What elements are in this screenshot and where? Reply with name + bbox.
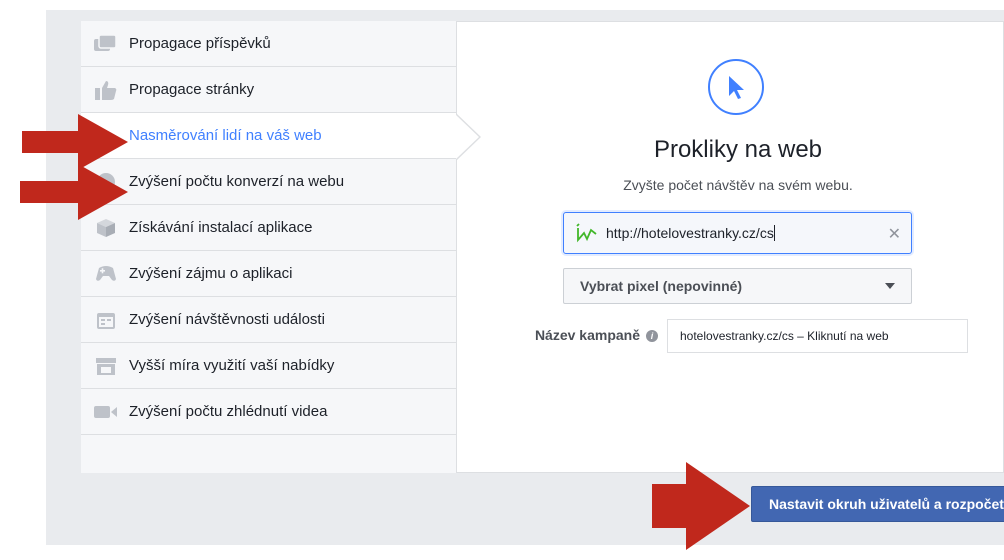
sidebar-item-label: Zvýšení počtu konverzí na webu: [129, 173, 345, 190]
video-icon: [93, 401, 119, 423]
like-icon: [93, 79, 119, 101]
info-icon[interactable]: i: [646, 330, 658, 342]
store-icon: [93, 355, 119, 377]
sidebar-item-promote-page[interactable]: Propagace stránky: [81, 67, 456, 113]
campaign-name-label: Název kampaně: [534, 327, 640, 343]
set-audience-budget-button[interactable]: Nastavit okruh uživatelů a rozpočet: [751, 486, 1004, 522]
calendar-icon: [93, 309, 119, 331]
clear-icon[interactable]: ✕: [888, 224, 901, 244]
sidebar-item-app-installs[interactable]: Získávání instalací aplikace: [81, 205, 456, 251]
sidebar-item-boost-posts[interactable]: Propagace příspěvků: [81, 21, 456, 67]
objective-subtitle: Zvyšte počet návštěv na svém webu.: [623, 177, 853, 193]
text-caret: [773, 225, 775, 241]
objective-title: Prokliky na web: [653, 136, 823, 163]
checkmark-icon: [574, 222, 598, 244]
set-audience-budget-label: Nastavit okruh uživatelů a rozpočet: [769, 496, 1004, 512]
sidebar-item-event-responses[interactable]: Zvýšení návštěvnosti události: [81, 297, 456, 343]
annotation-arrow-icon: [652, 462, 750, 550]
sidebar-item-label: Propagace stránky: [129, 81, 255, 98]
sidebar-item-website-conversions[interactable]: Zvýšení počtu konverzí na webu: [81, 159, 456, 205]
sidebar-item-label: Nasměrování lidí na váš web: [129, 127, 322, 144]
sidebar-item-label: Zvýšení návštěvnosti události: [129, 311, 325, 328]
sidebar-item-app-engagement[interactable]: Zvýšení zájmu o aplikaci: [81, 251, 456, 297]
sidebar-item-label: Propagace příspěvků: [129, 35, 271, 52]
chevron-down-icon: [885, 283, 895, 289]
campaign-name-value: hotelovestranky.cz/cs – Kliknutí na web: [680, 329, 889, 343]
sidebar-item-video-views[interactable]: Zvýšení počtu zhlédnutí videa: [81, 389, 456, 435]
sidebar-item-label: Vyšší míra využití vaší nabídky: [129, 357, 335, 374]
website-url-value: http://hotelovestranky.cz/cs: [606, 225, 774, 241]
campaign-name-input[interactable]: hotelovestranky.cz/cs – Kliknutí na web: [667, 319, 968, 353]
pixel-select-value: Vybrat pixel (nepovinné): [580, 278, 743, 294]
posts-icon: [93, 33, 119, 55]
sidebar-item-website-traffic[interactable]: Nasměrování lidí na váš web: [81, 113, 456, 159]
sidebar-item-label: Zvýšení počtu zhlédnutí videa: [129, 403, 328, 420]
gamepad-icon: [93, 263, 119, 285]
objective-sidebar: Propagace příspěvků Propagace stránky Na…: [81, 21, 457, 473]
sidebar-item-label: Zvýšení zájmu o aplikaci: [129, 265, 293, 282]
hero-cursor-icon: [708, 59, 764, 115]
pixel-select[interactable]: Vybrat pixel (nepovinné): [563, 268, 912, 304]
website-url-input[interactable]: http://hotelovestranky.cz/cs ✕: [563, 212, 912, 254]
selection-pointer-fill: [456, 115, 479, 159]
annotation-arrow-icon: [20, 164, 128, 220]
sidebar-item-label: Získávání instalací aplikace: [129, 219, 313, 236]
sidebar-item-offer-claims[interactable]: Vyšší míra využití vaší nabídky: [81, 343, 456, 389]
